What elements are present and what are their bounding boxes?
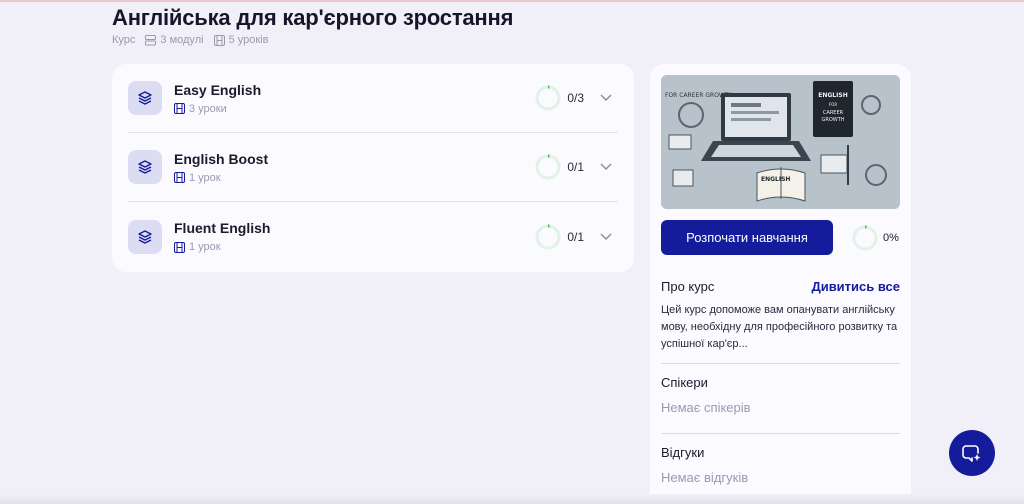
about-description: Цей курс допоможе вам опанувати англійсь… [661, 304, 898, 350]
module-progress: 0/1 [567, 229, 584, 244]
rows-icon [145, 34, 157, 45]
start-learning-button[interactable]: Розпочати навчання [661, 220, 833, 255]
chevron-down-icon[interactable] [596, 88, 616, 108]
module-title: Easy English [174, 81, 262, 98]
course-progress-percent: 0% [883, 231, 899, 244]
reviews-title: Відгуки [661, 445, 705, 460]
chevron-down-icon[interactable] [596, 157, 616, 177]
svg-text:GROWTH: GROWTH [821, 117, 844, 123]
layers-icon [128, 150, 162, 184]
divider [661, 433, 900, 434]
film-icon [174, 241, 185, 253]
speakers-empty: Немає спікерів [661, 400, 751, 415]
progress-ring-icon [852, 224, 878, 250]
module-lessons: 3 уроки [189, 102, 227, 115]
film-icon [174, 103, 185, 114]
layers-icon [128, 219, 162, 254]
svg-text:ENGLISH: ENGLISH [818, 92, 847, 99]
module-progress: 0/1 [567, 160, 584, 174]
progress-ring-icon [535, 223, 561, 249]
module-item[interactable]: Easy English 3 уроки 0/3 [128, 64, 618, 133]
module-title: Fluent English [174, 220, 271, 236]
module-progress: 0/3 [567, 91, 584, 105]
chevron-down-icon[interactable] [596, 227, 616, 247]
module-lessons: 1 урок [189, 241, 221, 253]
ai-assistant-button[interactable] [949, 430, 995, 476]
film-icon [174, 172, 185, 183]
course-cover-image: FOR CAREER GROWTH ENGLISH FOR CAREER GRO… [661, 75, 900, 209]
film-icon [213, 34, 225, 46]
progress-ring-icon [535, 85, 561, 111]
course-sidebar: FOR CAREER GROWTH ENGLISH FOR CAREER GRO… [650, 64, 911, 504]
divider [661, 363, 900, 364]
layers-icon [128, 81, 162, 115]
see-all-link[interactable]: Дивитись все [811, 279, 900, 294]
top-border [0, 0, 1024, 2]
svg-text:ENGLISH: ENGLISH [761, 176, 790, 183]
svg-text:FOR: FOR [829, 102, 837, 107]
lessons-count: 5 уроків [228, 34, 269, 46]
page-title: Англійська для кар'єрного зростання [112, 5, 514, 30]
modules-count: 3 модулі [160, 34, 204, 46]
course-type: Курс [112, 34, 136, 46]
module-lessons: 1 урок [189, 171, 221, 184]
bottom-shadow [0, 494, 1024, 504]
modules-list: Easy English 3 уроки 0/3 English Boost 1… [112, 64, 634, 272]
module-item[interactable]: English Boost 1 урок 0/1 [128, 133, 618, 202]
speakers-title: Спікери [661, 375, 708, 390]
reviews-empty: Немає відгуків [661, 470, 749, 485]
svg-text:CAREER: CAREER [823, 110, 844, 116]
progress-ring-icon [535, 154, 561, 180]
module-title: English Boost [174, 150, 269, 167]
about-title: Про курс [661, 279, 715, 294]
ai-sparkle-icon [962, 445, 981, 462]
course-meta: Курс 3 модулі 5 уроків [112, 34, 268, 46]
module-item[interactable]: Fluent English 1 урок 0/1 [128, 202, 618, 271]
